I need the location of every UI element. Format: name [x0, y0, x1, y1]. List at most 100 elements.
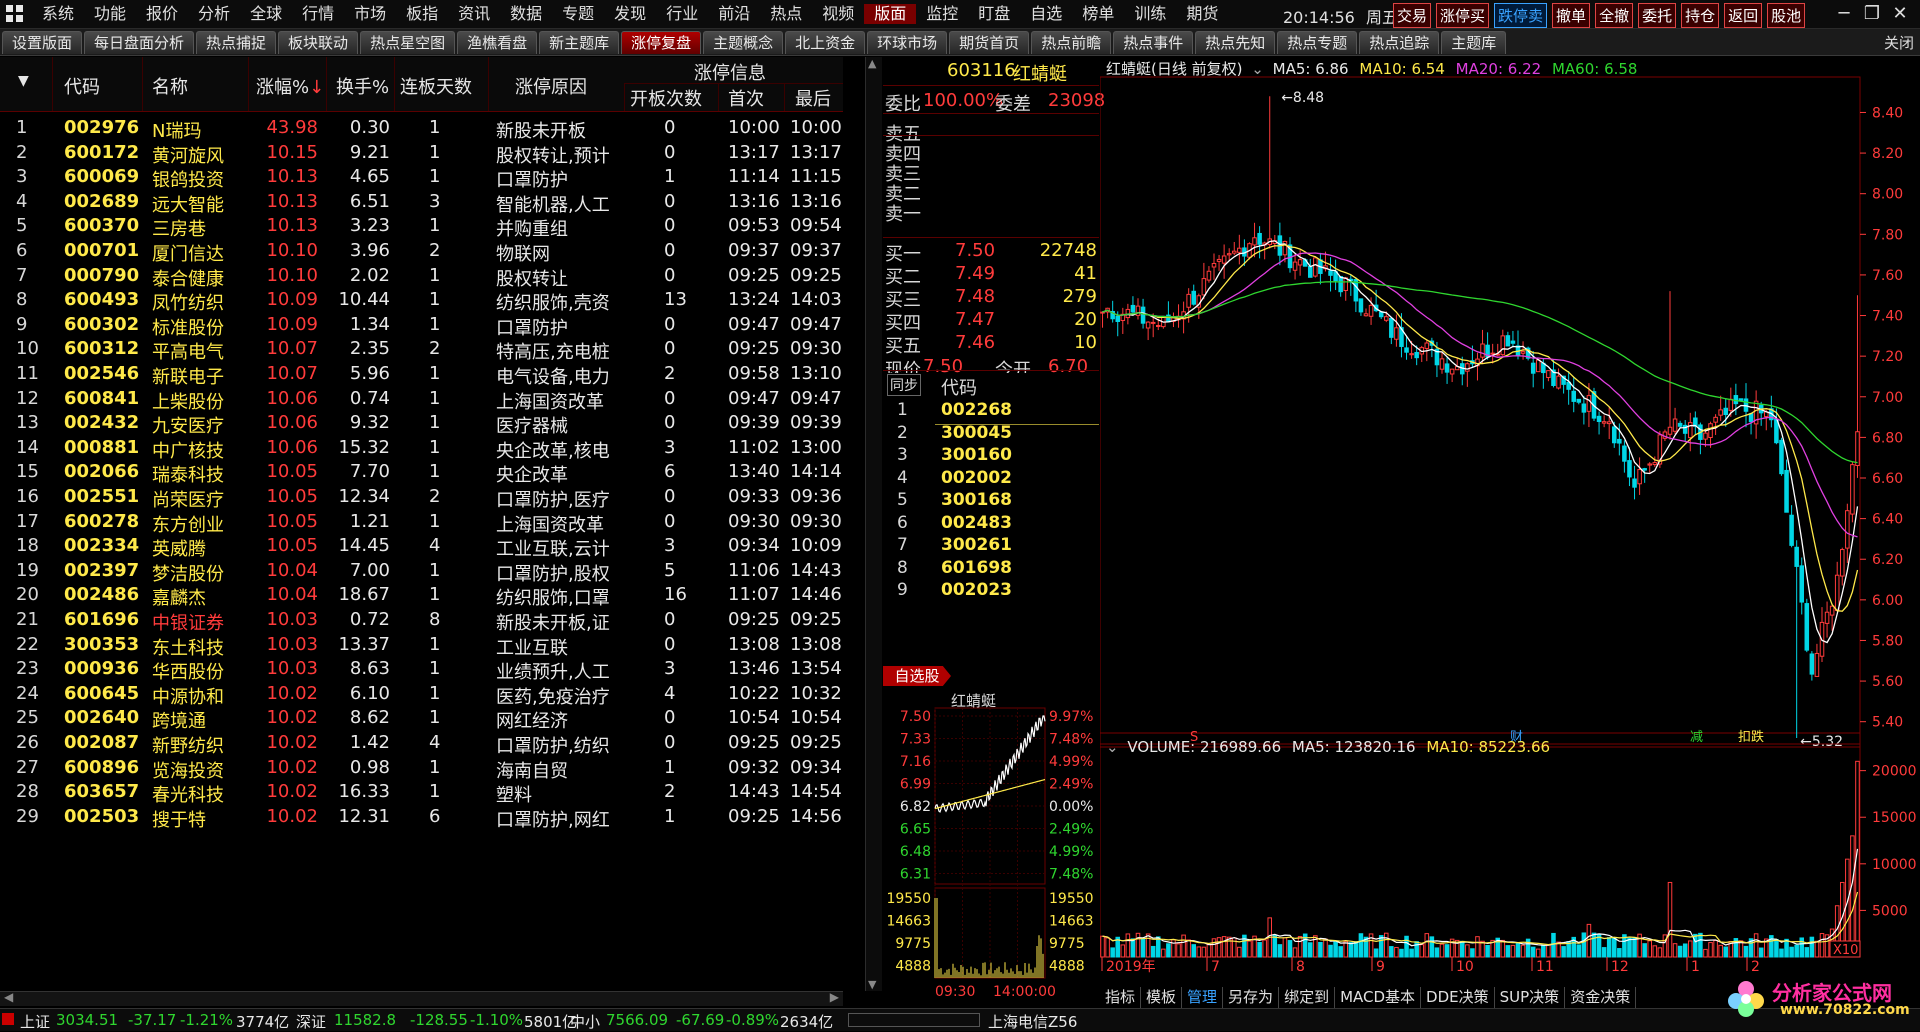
tab-3[interactable]: 板块联动	[278, 31, 359, 54]
tab-15[interactable]: 热点专题	[1277, 31, 1358, 54]
quick-button-4[interactable]: 全撤	[1595, 3, 1634, 28]
header-first[interactable]: 首次	[728, 85, 764, 111]
tool-tab-5[interactable]: MACD基本	[1335, 987, 1422, 1009]
menu-item-1[interactable]: 功能	[84, 4, 136, 24]
quick-button-6[interactable]: 持仓	[1681, 3, 1720, 28]
tab-10[interactable]: 环球市场	[867, 31, 948, 54]
restore-icon[interactable]: ❐	[1858, 3, 1886, 24]
minimize-icon[interactable]: ─	[1830, 3, 1858, 24]
menu-item-9[interactable]: 数据	[500, 4, 552, 24]
scroll-left-icon[interactable]: ◀	[4, 990, 13, 1004]
sync-row[interactable]: 8 601698	[883, 558, 1099, 580]
close-tab-button[interactable]: 关闭	[1884, 32, 1914, 53]
sync-row[interactable]: 1 002268	[883, 400, 1099, 422]
menu-item-4[interactable]: 全球	[240, 4, 292, 24]
menu-item-14[interactable]: 热点	[760, 4, 812, 24]
quick-button-3[interactable]: 撤单	[1552, 3, 1591, 28]
close-icon[interactable]: ✕	[1886, 3, 1914, 24]
sync-button[interactable]: 同步	[887, 374, 921, 396]
tab-17[interactable]: 主题库	[1441, 31, 1507, 54]
server-label[interactable]: 上海电信Z56	[988, 1011, 1077, 1032]
quick-button-7[interactable]: 返回	[1724, 3, 1763, 28]
menu-item-20[interactable]: 榜单	[1072, 4, 1124, 24]
menu-item-10[interactable]: 专题	[552, 4, 604, 24]
header-opens[interactable]: 开板次数	[630, 85, 702, 111]
scroll-down-icon[interactable]: ▼	[868, 978, 876, 991]
menu-item-8[interactable]: 资讯	[448, 4, 500, 24]
tab-8[interactable]: 主题概念	[703, 31, 784, 54]
tool-tab-3[interactable]: 另存为	[1223, 987, 1280, 1009]
table-row[interactable]: 29 002503 搜于特 10.02 12.31 6 口罩防护,网红 1 09:25 14:56	[0, 802, 843, 832]
tab-2[interactable]: 热点捕捉	[196, 31, 277, 54]
scroll-up-icon[interactable]: ▲	[868, 57, 876, 70]
menu-item-3[interactable]: 分析	[188, 4, 240, 24]
quick-button-1[interactable]: 涨停买	[1436, 3, 1490, 28]
tool-tab-1[interactable]: 模板	[1141, 987, 1183, 1009]
header-reason[interactable]: 涨停原因	[515, 73, 587, 99]
sync-row[interactable]: 3 300160	[883, 445, 1099, 467]
tab-6[interactable]: 新主题库	[539, 31, 620, 54]
tool-tab-8[interactable]: 资金决策	[1565, 987, 1637, 1009]
header-last[interactable]: 最后	[795, 85, 831, 111]
quick-button-8[interactable]: 股池	[1767, 3, 1806, 28]
menu-item-2[interactable]: 报价	[136, 4, 188, 24]
quick-button-0[interactable]: 交易	[1393, 3, 1432, 28]
tool-tab-4[interactable]: 绑定到	[1279, 987, 1336, 1009]
scroll-right-icon[interactable]: ▶	[830, 990, 839, 1004]
tab-7[interactable]: 涨停复盘	[621, 31, 702, 54]
quick-button-5[interactable]: 委托	[1638, 3, 1677, 28]
tool-tab-6[interactable]: DDE决策	[1421, 987, 1495, 1009]
menu-item-6[interactable]: 市场	[344, 4, 396, 24]
collapse-icon[interactable]: ⌄	[1251, 60, 1264, 78]
tab-12[interactable]: 热点前瞻	[1031, 31, 1112, 54]
tool-tab-2[interactable]: 管理	[1182, 987, 1224, 1009]
menu-item-5[interactable]: 行情	[292, 4, 344, 24]
tab-14[interactable]: 热点先知	[1195, 31, 1276, 54]
header-code[interactable]: 代码	[64, 73, 100, 99]
menu-item-19[interactable]: 自选	[1020, 4, 1072, 24]
tab-9[interactable]: 北上资金	[785, 31, 866, 54]
tab-11[interactable]: 期货首页	[949, 31, 1030, 54]
event-marker[interactable]: 扣跌	[1738, 729, 1764, 745]
menu-item-0[interactable]: 系统	[32, 4, 84, 24]
menu-item-22[interactable]: 期货	[1176, 4, 1228, 24]
tab-13[interactable]: 热点事件	[1113, 31, 1194, 54]
menu-item-12[interactable]: 行业	[656, 4, 708, 24]
menu-item-18[interactable]: 盯盘	[968, 4, 1020, 24]
menu-item-16[interactable]: 版面	[864, 4, 917, 24]
header-pct[interactable]: 涨幅%↓	[256, 73, 324, 99]
tab-1[interactable]: 每日盘面分析	[84, 31, 195, 54]
sync-row[interactable]: 9 002023	[883, 580, 1099, 602]
tab-5[interactable]: 渔樵看盘	[457, 31, 538, 54]
menu-item-21[interactable]: 训练	[1124, 4, 1176, 24]
zx-label[interactable]: 中小	[570, 1011, 600, 1032]
tab-16[interactable]: 热点追踪	[1359, 31, 1440, 54]
menu-item-13[interactable]: 前沿	[708, 4, 760, 24]
menu-item-15[interactable]: 视频	[812, 4, 864, 24]
app-grid-icon[interactable]	[6, 5, 24, 23]
tab-4[interactable]: 热点星空图	[360, 31, 456, 54]
collapse-icon[interactable]: ⌄	[1106, 738, 1119, 756]
menu-item-17[interactable]: 监控	[916, 4, 968, 24]
sh-label[interactable]: 上证	[20, 1011, 50, 1032]
sz-label[interactable]: 深证	[296, 1011, 326, 1032]
header-days[interactable]: 连板天数	[400, 73, 472, 99]
sync-row[interactable]: 7 300261	[883, 535, 1099, 557]
tool-tab-0[interactable]: 指标	[1100, 987, 1142, 1009]
tool-tab-7[interactable]: SUP决策	[1495, 987, 1566, 1009]
quick-button-2[interactable]: 跌停卖	[1494, 3, 1548, 28]
vertical-scrollbar[interactable]: ▲ ▼	[865, 57, 882, 991]
tab-0[interactable]: 设置版面	[2, 31, 83, 54]
sort-dropdown-icon[interactable]: ▼	[18, 73, 29, 89]
horizontal-scrollbar[interactable]: ◀ ▶	[0, 990, 843, 1006]
sync-row[interactable]: 6 002483	[883, 513, 1099, 535]
sync-row[interactable]: 4 002002	[883, 468, 1099, 490]
menu-item-7[interactable]: 板指	[396, 4, 448, 24]
event-marker[interactable]: 减	[1690, 730, 1703, 745]
sync-row[interactable]: 5 300168	[883, 490, 1099, 512]
sync-row[interactable]: 2 300045	[883, 423, 1099, 445]
kline-chart[interactable]: 8.40 8.20 8.00 7.80 7.60 7.40 7.20 7.00 6.80 6.60…	[1100, 57, 1920, 987]
header-turnover[interactable]: 换手%	[336, 73, 389, 99]
header-name[interactable]: 名称	[152, 73, 188, 99]
menu-item-11[interactable]: 发现	[604, 4, 656, 24]
